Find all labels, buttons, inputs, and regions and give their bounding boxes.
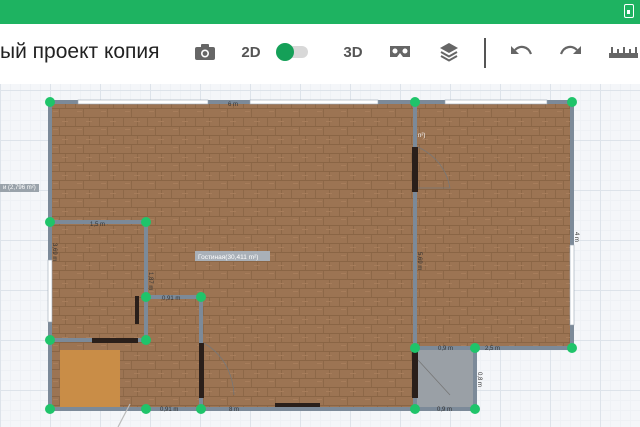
left-room-label[interactable]: и (2,796 m²)	[0, 184, 39, 192]
vr-headset-icon[interactable]	[384, 37, 416, 67]
status-bar	[0, 0, 640, 24]
mode-3d-button[interactable]: 3D	[338, 37, 368, 67]
floor-plan[interactable]: 6 m 4 m 5,69 m 3,69 m 1,5 m 1,87 m 0,91 …	[0, 84, 640, 427]
dim-right: 4 m	[573, 232, 579, 242]
dim-inner-wall: 5,69 m	[416, 252, 422, 270]
dim-corridor-top: 0,91 m	[162, 296, 180, 302]
toolbar-separator	[484, 38, 486, 68]
dim-right-step-b: 2,5 m	[485, 346, 500, 352]
dim-bottom-left: 0,91 m	[160, 407, 178, 413]
redo-icon[interactable]	[556, 37, 586, 67]
dim-right-step-a: 0,9 m	[438, 346, 453, 352]
battery-icon	[624, 4, 634, 18]
toggle-knob	[276, 43, 294, 61]
dim-bottom-mid: 8 m	[229, 407, 239, 413]
view-mode-toggle[interactable]	[276, 43, 310, 61]
undo-icon[interactable]	[506, 37, 536, 67]
ruler-icon[interactable]	[606, 37, 640, 67]
dim-small-room-top: 1,5 m	[90, 222, 105, 228]
stair-block[interactable]	[60, 350, 120, 409]
bath-floor[interactable]	[415, 348, 475, 409]
dim-right-step-side: 0,8 m	[476, 372, 482, 387]
camera-icon[interactable]	[190, 37, 220, 67]
room-label[interactable]: Гостиная(30,411 m²)	[198, 254, 258, 261]
dim-bottom-right: 0,9 m	[437, 407, 452, 413]
project-title: ый проект копия	[0, 40, 160, 63]
small-room-floor[interactable]	[50, 222, 146, 340]
layers-icon[interactable]	[434, 37, 464, 67]
dim-left: 3,69 m	[51, 243, 57, 261]
dim-small-room-side: 1,87 m	[147, 272, 153, 290]
side-room-label[interactable]: n²)	[418, 133, 425, 139]
side-room-floor[interactable]	[415, 102, 572, 348]
dim-top: 6 m	[228, 102, 238, 108]
mode-2d-button[interactable]: 2D	[236, 37, 266, 67]
